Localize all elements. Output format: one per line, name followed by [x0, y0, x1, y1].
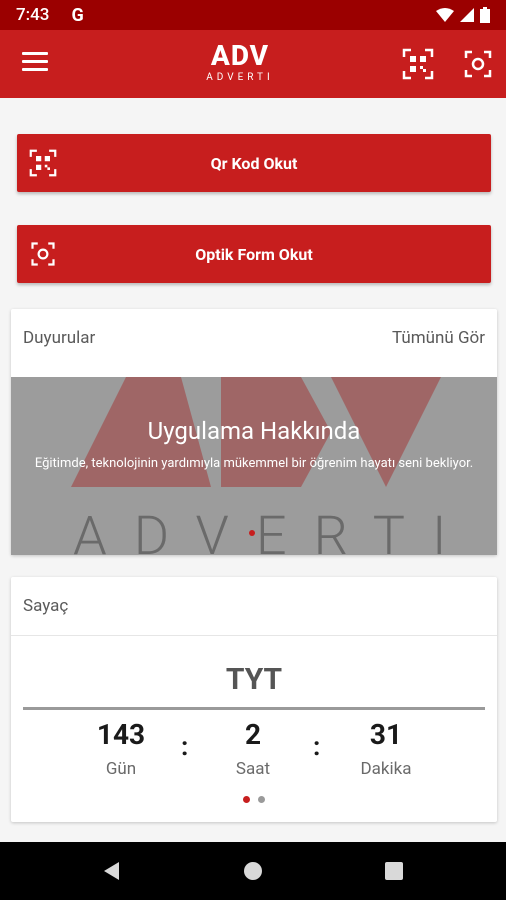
- minutes-value: 31: [369, 718, 403, 751]
- app-logo: ADV ADVERTI: [200, 42, 280, 86]
- banner-watermark: ADVERTI: [73, 505, 474, 555]
- wifi-icon: [436, 8, 454, 22]
- camera-scan-icon: [31, 242, 55, 266]
- countdown-days: 143 Gün: [61, 718, 181, 779]
- hours-value: 2: [244, 718, 262, 751]
- optik-form-label: Optik Form Okut: [195, 244, 313, 264]
- announcements-header: Duyurular Tümünü Gör: [11, 309, 497, 367]
- countdown: 143 Gün : 2 Saat : 31 Dakika: [11, 710, 497, 810]
- camera-scan-icon[interactable]: [462, 48, 494, 80]
- hours-label: Saat: [235, 759, 271, 779]
- slide-indicator: [249, 530, 255, 536]
- qr-scan-icon: [29, 149, 57, 177]
- status-bar: 7:43 G: [0, 0, 506, 30]
- pager-dot[interactable]: [258, 796, 265, 803]
- counter-header: Sayaç: [11, 577, 497, 635]
- google-icon: G: [71, 4, 84, 26]
- home-icon[interactable]: [242, 860, 264, 882]
- exam-name: TYT: [225, 662, 283, 697]
- separator: :: [181, 732, 189, 762]
- announcements-title: Duyurular: [23, 328, 96, 348]
- days-label: Gün: [105, 759, 137, 779]
- counter-title: Sayaç: [23, 596, 69, 616]
- counter-pager: [11, 796, 497, 803]
- system-nav-bar: [0, 842, 506, 900]
- announcement-slide[interactable]: ADVERTI Uygulama Hakkında Eğitimde, tekn…: [11, 377, 497, 555]
- logo-word: ADVERTI: [206, 72, 274, 83]
- slide-text: Eğitimde, teknolojinin yardımıyla mükemm…: [34, 456, 474, 471]
- counter-card: Sayaç TYT 143 Gün : 2 Saat : 31 Dakika: [11, 577, 497, 822]
- announcements-card: Duyurular Tümünü Gör ADVERTI Uygulama Ha…: [11, 309, 497, 555]
- countdown-minutes: 31 Dakika: [326, 718, 446, 779]
- divider: [11, 635, 497, 636]
- pager-dot-active[interactable]: [243, 796, 250, 803]
- qr-scan-label: Qr Kod Okut: [210, 153, 298, 173]
- battery-icon: [480, 7, 490, 23]
- see-all-link[interactable]: Tümünü Gör: [392, 328, 485, 348]
- days-value: 143: [96, 718, 146, 751]
- minutes-label: Dakika: [360, 759, 412, 779]
- separator: :: [313, 732, 321, 762]
- status-time: 7:43: [16, 5, 50, 25]
- app-bar: ADV ADVERTI: [0, 30, 506, 98]
- back-icon[interactable]: [101, 860, 123, 882]
- qr-scan-icon[interactable]: [402, 48, 434, 80]
- slide-title: Uygulama Hakkında: [147, 417, 361, 445]
- qr-scan-button[interactable]: Qr Kod Okut: [17, 134, 491, 192]
- countdown-hours: 2 Saat: [193, 718, 313, 779]
- menu-icon[interactable]: [22, 52, 48, 74]
- optik-form-button[interactable]: Optik Form Okut: [17, 225, 491, 283]
- signal-icon: [460, 8, 474, 22]
- logo-mark: ADV: [210, 39, 270, 72]
- recents-icon[interactable]: [383, 860, 405, 882]
